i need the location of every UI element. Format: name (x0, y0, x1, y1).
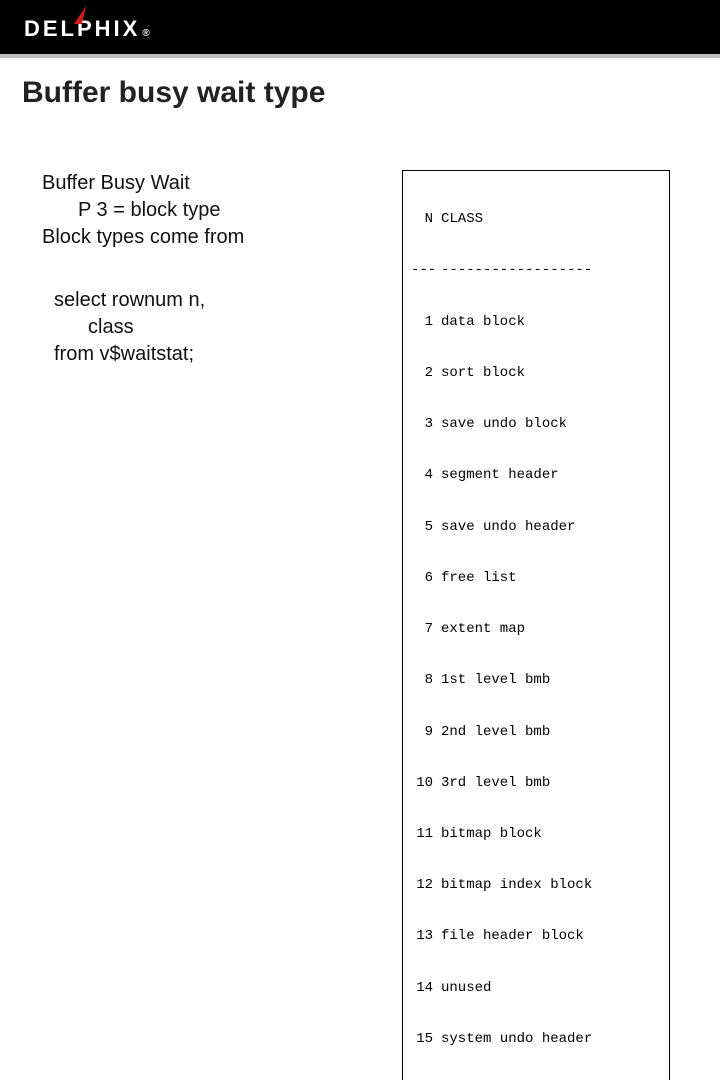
table-divider-row: --------------------- (411, 262, 661, 279)
table-row: 12bitmap index block (411, 877, 661, 894)
right-column: NCLASS --------------------- 1data block… (402, 170, 690, 1080)
table-row: 7extent map (411, 621, 661, 638)
cell-class: free list (441, 570, 661, 587)
cell-class: sort block (441, 365, 661, 382)
cell-n: 1 (411, 314, 441, 331)
table-row: 5save undo header (411, 519, 661, 536)
cell-n: 3 (411, 416, 441, 433)
table-row: 15system undo header (411, 1031, 661, 1048)
cell-n: 10 (411, 775, 441, 792)
cell-n: 7 (411, 621, 441, 638)
cell-n: 9 (411, 724, 441, 741)
cell-class: extent map (441, 621, 661, 638)
cell-class: data block (441, 314, 661, 331)
cell-class: save undo header (441, 519, 661, 536)
divider-class: ------------------ (441, 262, 661, 279)
cell-class: system undo header (441, 1031, 661, 1048)
table-row: 1data block (411, 314, 661, 331)
content: Buffer Busy Wait P 3 = block type Block … (0, 110, 720, 1080)
text-line: Block types come from (42, 224, 372, 251)
cell-class: 2nd level bmb (441, 724, 661, 741)
code-line: select rownum n, (42, 287, 372, 314)
text-line: P 3 = block type (42, 197, 372, 224)
code-line: class (42, 314, 372, 341)
logo: DELPHIX® (24, 16, 153, 42)
table-row: 11bitmap block (411, 826, 661, 843)
table-row: 3save undo block (411, 416, 661, 433)
cell-n: 2 (411, 365, 441, 382)
table-row: 14unused (411, 980, 661, 997)
header-bar: DELPHIX® (0, 0, 720, 58)
cell-class: 3rd level bmb (441, 775, 661, 792)
table-header-row: NCLASS (411, 211, 661, 228)
cell-class: bitmap block (441, 826, 661, 843)
cell-n: 6 (411, 570, 441, 587)
table-row: 92nd level bmb (411, 724, 661, 741)
cell-class: segment header (441, 467, 661, 484)
cell-class: save undo block (441, 416, 661, 433)
cell-n: 5 (411, 519, 441, 536)
cell-n: 15 (411, 1031, 441, 1048)
cell-n: 11 (411, 826, 441, 843)
table-row: 4segment header (411, 467, 661, 484)
cell-n: 14 (411, 980, 441, 997)
code-block: select rownum n, class from v$waitstat; (42, 287, 372, 368)
cell-n: 4 (411, 467, 441, 484)
col-header-n: N (411, 211, 441, 228)
table-row: 13file header block (411, 928, 661, 945)
text-line: Buffer Busy Wait (42, 170, 372, 197)
output-table: NCLASS --------------------- 1data block… (402, 170, 670, 1080)
cell-class: bitmap index block (441, 877, 661, 894)
cell-n: 12 (411, 877, 441, 894)
logo-registered: ® (142, 28, 152, 39)
code-line: from v$waitstat; (42, 341, 372, 368)
table-row: 2sort block (411, 365, 661, 382)
divider-n: --- (411, 262, 441, 279)
table-row: 81st level bmb (411, 672, 661, 689)
page-title: Buffer busy wait type (0, 58, 720, 110)
table-row: 103rd level bmb (411, 775, 661, 792)
cell-class: file header block (441, 928, 661, 945)
cell-n: 8 (411, 672, 441, 689)
cell-class: 1st level bmb (441, 672, 661, 689)
left-column: Buffer Busy Wait P 3 = block type Block … (42, 170, 372, 1080)
col-header-class: CLASS (441, 211, 661, 228)
table-row: 6free list (411, 570, 661, 587)
cell-n: 13 (411, 928, 441, 945)
cell-class: unused (441, 980, 661, 997)
